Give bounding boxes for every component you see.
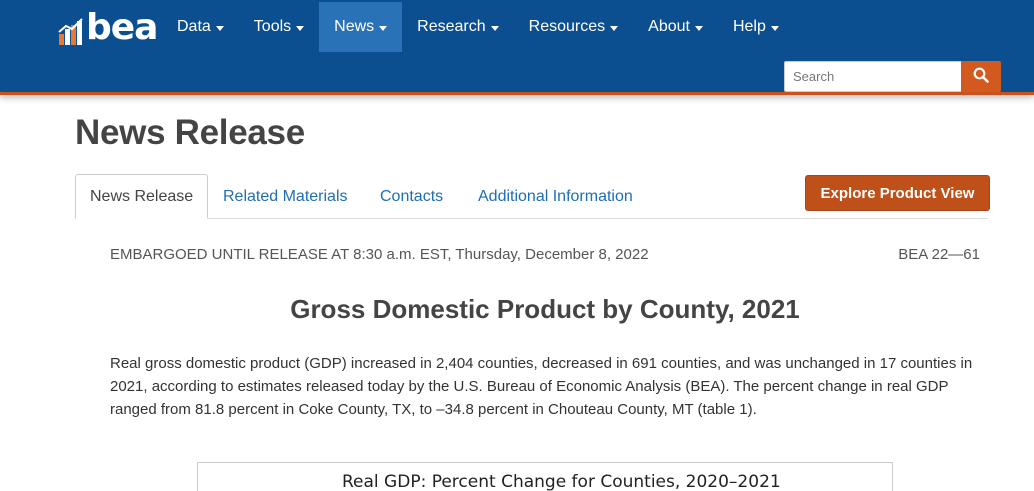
tab-news-release[interactable]: News Release	[75, 174, 209, 219]
nav-item-label: Tools	[253, 18, 292, 35]
tab-label: Contacts	[380, 187, 444, 205]
nav-item-help[interactable]: Help	[718, 2, 794, 52]
nav-item-tools[interactable]: Tools	[239, 2, 319, 52]
bar-chart-logo-icon	[58, 18, 84, 46]
nav-item-data[interactable]: Data	[162, 2, 239, 52]
caret-down-icon	[770, 25, 779, 31]
release-title: Gross Domestic Product by County, 2021	[290, 294, 800, 324]
caret-down-icon	[490, 25, 499, 31]
release-number: BEA 22—61	[898, 246, 980, 263]
tab-label: News Release	[90, 187, 194, 205]
tab-additional-information[interactable]: Additional Information	[478, 174, 633, 219]
logo-text: bea	[86, 7, 158, 48]
search-input[interactable]	[784, 61, 961, 92]
nav-item-about[interactable]: About	[633, 2, 718, 52]
tab-related-materials[interactable]: Related Materials	[223, 174, 348, 219]
bea-logo[interactable]: bea	[58, 7, 158, 48]
nav-item-resources[interactable]: Resources	[514, 2, 633, 52]
search-icon	[973, 67, 989, 86]
tab-contacts[interactable]: Contacts	[380, 174, 443, 219]
nav-item-news[interactable]: News	[319, 2, 403, 52]
page-title: News Release	[75, 113, 305, 152]
caret-down-icon	[379, 25, 388, 31]
nav-item-label: Resources	[528, 18, 606, 35]
caret-down-icon	[296, 25, 305, 31]
nav-item-label: News	[334, 18, 375, 35]
tab-label: Related Materials	[223, 187, 348, 205]
nav-item-research[interactable]: Research	[402, 2, 513, 52]
explore-product-view-button[interactable]: Explore Product View	[805, 175, 990, 211]
nav-item-label: About	[648, 18, 690, 35]
caret-down-icon	[610, 25, 619, 31]
lead-paragraph: Real gross domestic product (GDP) increa…	[110, 355, 973, 418]
chart-title: Real GDP: Percent Change for Counties, 2…	[342, 472, 781, 491]
main-nav: Data Tools News Research Resources About…	[162, 2, 794, 52]
caret-down-icon	[694, 25, 703, 31]
search-button[interactable]	[961, 61, 1001, 92]
search-form	[784, 61, 1001, 92]
map-thumbnail-icon	[270, 485, 318, 491]
caret-down-icon	[215, 25, 224, 31]
nav-item-label: Data	[177, 18, 211, 35]
nav-item-label: Research	[417, 18, 486, 35]
top-navigation-bar: bea Data Tools News Research Resources A…	[0, 0, 1034, 95]
chart-preview: Real GDP: Percent Change for Counties, 2…	[197, 462, 893, 491]
nav-item-label: Help	[732, 18, 766, 35]
tab-label: Additional Information	[478, 187, 633, 205]
embargo-notice: EMBARGOED UNTIL RELEASE AT 8:30 a.m. EST…	[110, 246, 649, 263]
